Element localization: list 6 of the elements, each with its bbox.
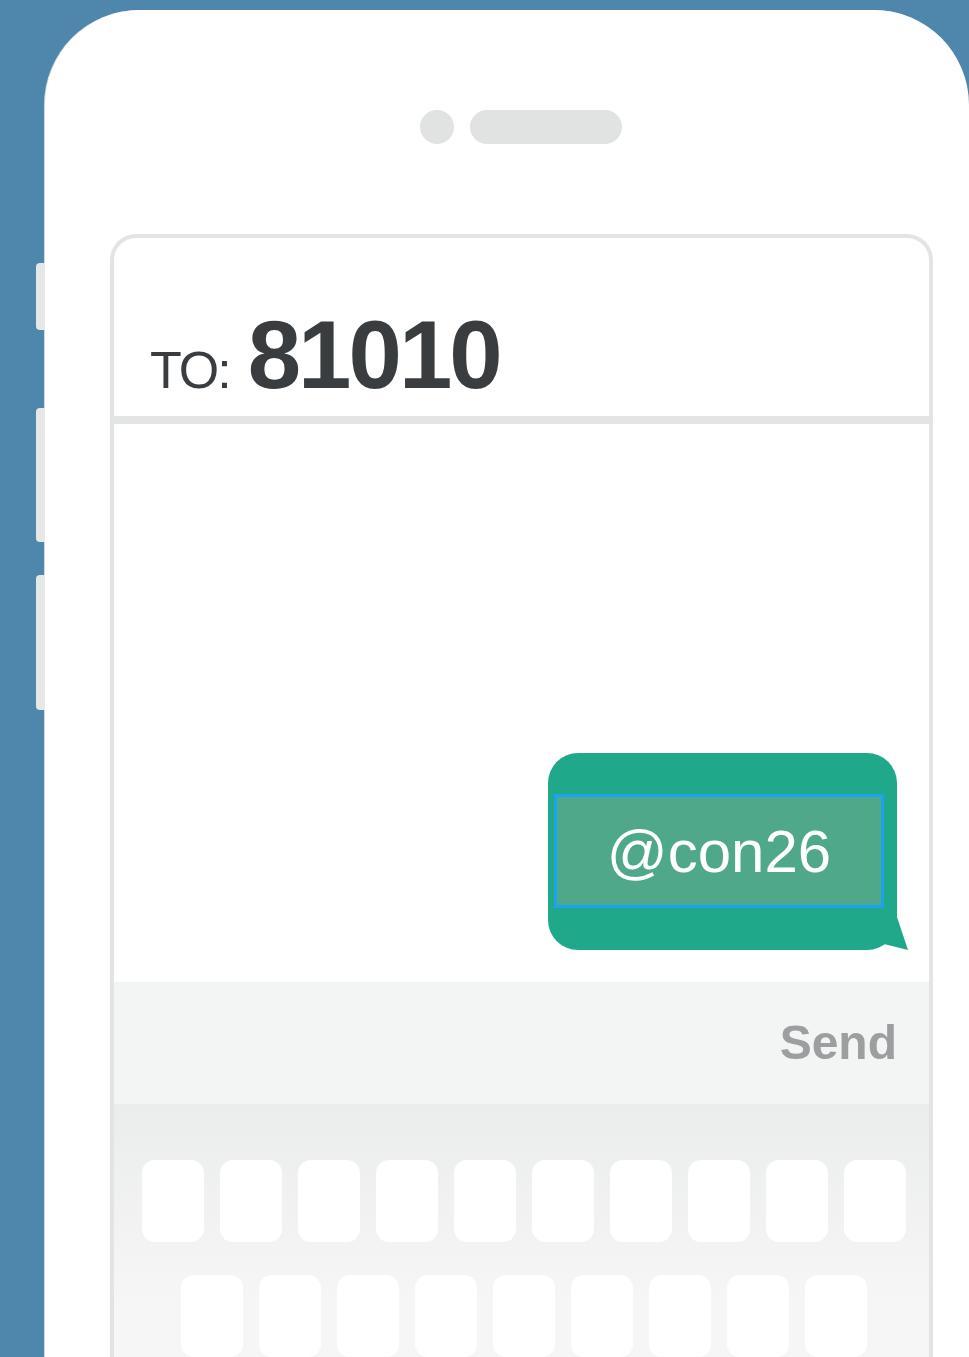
recipient-number: 81010 — [247, 300, 500, 410]
message-bubble[interactable]: @con26 — [548, 752, 897, 950]
recipient-label: TO: — [150, 340, 230, 400]
send-button[interactable]: Send — [779, 1015, 897, 1071]
message-text: @con26 — [554, 794, 884, 909]
camera-dot — [420, 110, 454, 144]
